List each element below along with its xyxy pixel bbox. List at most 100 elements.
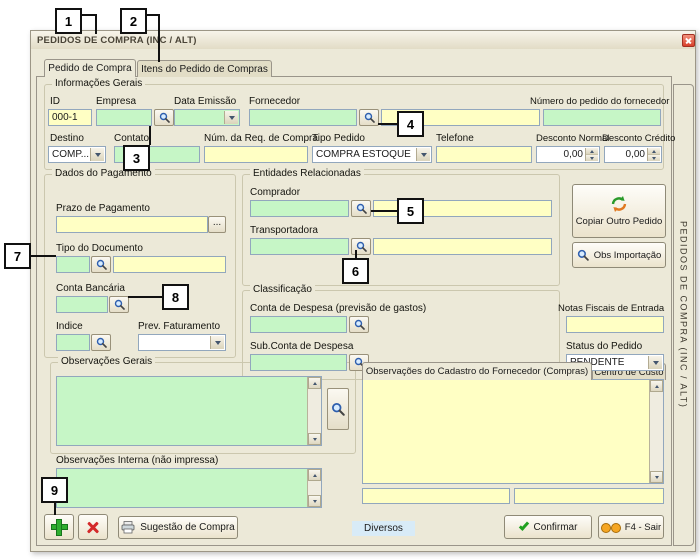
tipo-documento-search-button[interactable] (91, 256, 111, 273)
search-icon (114, 299, 125, 310)
status-pedido-label: Status do Pedido (566, 341, 642, 352)
sugestao-compra-button[interactable]: Sugestão de Compra (118, 516, 238, 539)
group-legend: Observações Gerais (58, 356, 155, 367)
comprador-search-button[interactable] (351, 200, 371, 217)
destino-select[interactable]: COMP... (48, 146, 106, 163)
prazo-pagamento-label: Prazo de Pagamento (56, 203, 150, 214)
chevron-down-icon[interactable] (648, 356, 662, 369)
scrollbar[interactable] (649, 380, 663, 483)
observacoes-interna-textarea[interactable] (56, 468, 322, 508)
fornecedor-field[interactable] (249, 109, 357, 126)
prev-faturamento-select[interactable] (138, 334, 226, 351)
tipo-documento-desc-field[interactable] (113, 256, 226, 273)
search-icon (331, 402, 345, 416)
conta-despesa-label: Conta de Despesa (previsão de gastos) (250, 303, 426, 314)
scroll-up-icon[interactable] (308, 377, 321, 389)
search-icon (577, 249, 589, 261)
cancel-button[interactable] (78, 514, 108, 540)
num-req-field[interactable] (204, 146, 308, 163)
callout-line (158, 14, 160, 62)
comprador-field[interactable] (250, 200, 349, 217)
desconto-normal-value: 0,00 (564, 149, 583, 160)
observacoes-gerais-textarea[interactable] (56, 376, 322, 446)
chevron-down-icon[interactable] (224, 111, 238, 124)
indice-search-button[interactable] (91, 334, 111, 351)
callout-line (149, 126, 151, 145)
button-label: F4 - Sair (625, 522, 661, 533)
close-icon[interactable] (682, 34, 695, 47)
screen: PEDIDOS DE COMPRA (INC / ALT) Pedido de … (0, 0, 700, 559)
tab-pedido-de-compra[interactable]: Pedido de Compra (44, 59, 136, 77)
scrollbar[interactable] (307, 377, 321, 445)
spinner-arrows[interactable] (647, 148, 660, 161)
printer-icon (121, 521, 135, 534)
fornecedor-search-button[interactable] (359, 109, 379, 126)
id-label: ID (50, 96, 60, 107)
empresa-field[interactable] (96, 109, 152, 126)
chevron-down-icon[interactable] (90, 148, 104, 161)
sub-conta-despesa-field[interactable] (250, 354, 347, 371)
chevron-down-icon[interactable] (210, 336, 224, 349)
search-icon (96, 337, 107, 348)
scroll-down-icon[interactable] (308, 495, 321, 507)
prazo-pagamento-field[interactable] (56, 216, 208, 233)
destino-label: Destino (50, 133, 84, 144)
desconto-normal-stepper[interactable]: 0,00 (536, 146, 600, 163)
obs-importacao-button[interactable]: Obs Importação (572, 242, 666, 268)
data-emissao-label: Data Emissão (174, 96, 236, 107)
sair-button[interactable]: F4 - Sair (598, 515, 664, 539)
conta-bancaria-field[interactable] (56, 296, 108, 313)
button-label: Obs Importação (594, 250, 662, 261)
tab-label: Itens do Pedido de Compras (141, 64, 268, 75)
telefone-field[interactable] (436, 146, 532, 163)
tipo-pedido-value: COMPRA ESTOQUE (316, 149, 411, 160)
num-pedido-fornecedor-field[interactable] (543, 109, 661, 126)
observacoes-gerais-search-button[interactable] (327, 388, 349, 430)
empresa-search-button[interactable] (154, 109, 174, 126)
id-field[interactable]: 000-1 (48, 109, 92, 126)
copiar-outro-pedido-button[interactable]: Copiar Outro Pedido (572, 184, 666, 238)
search-icon (354, 319, 365, 330)
callout-line (378, 123, 397, 125)
scrollbar[interactable] (307, 469, 321, 507)
transportadora-field[interactable] (250, 238, 349, 255)
scroll-up-icon[interactable] (308, 469, 321, 481)
check-icon (518, 520, 528, 531)
sub-conta-despesa-label: Sub.Conta de Despesa (250, 341, 353, 352)
transportadora-nome-field[interactable] (373, 238, 552, 255)
scroll-up-icon[interactable] (650, 380, 663, 392)
conta-bancaria-search-button[interactable] (109, 296, 129, 313)
transportadora-label: Transportadora (250, 225, 318, 236)
scroll-down-icon[interactable] (650, 471, 663, 483)
data-emissao-field[interactable] (174, 109, 240, 126)
extra-field-left[interactable] (362, 488, 510, 504)
tipo-documento-field[interactable] (56, 256, 90, 273)
prazo-ellipsis-button[interactable]: ... (208, 216, 226, 233)
observacoes-interna-label: Observações Interna (não impressa) (56, 455, 218, 466)
confirmar-button[interactable]: Confirmar (504, 515, 592, 539)
conta-despesa-search-button[interactable] (349, 316, 369, 333)
tab-obs-cadastro-fornecedor[interactable]: Observações do Cadastro do Fornecedor (C… (362, 362, 592, 380)
transportadora-search-button[interactable] (351, 238, 371, 255)
desconto-credito-stepper[interactable]: 0,00 (604, 146, 662, 163)
extra-field-right[interactable] (514, 488, 664, 504)
spinner-arrows[interactable] (585, 148, 598, 161)
scroll-down-icon[interactable] (308, 433, 321, 445)
notas-fiscais-field[interactable] (566, 316, 664, 333)
conta-despesa-field[interactable] (250, 316, 347, 333)
add-button[interactable] (44, 514, 74, 540)
destino-value: COMP... (52, 149, 89, 160)
num-req-label: Núm. da Req. de Compra (204, 133, 318, 144)
fornecedor-label: Fornecedor (249, 96, 300, 107)
side-tab-pedidos-de-compra[interactable]: PEDIDOS DE COMPRA (INC / ALT) (673, 84, 694, 546)
tipo-pedido-select[interactable]: COMPRA ESTOQUE (312, 146, 432, 163)
tab-itens-do-pedido[interactable]: Itens do Pedido de Compras (137, 60, 272, 77)
obs-cadastro-fornecedor-textarea[interactable] (362, 379, 664, 484)
callout-line (82, 14, 96, 16)
indice-field[interactable] (56, 334, 90, 351)
chevron-down-icon[interactable] (416, 148, 430, 161)
callout-4: 4 (397, 111, 424, 137)
desconto-normal-label: Desconto Normal (536, 133, 609, 144)
notas-fiscais-label: Notas Fiscais de Entrada (558, 303, 664, 314)
ellipsis-label: ... (213, 217, 221, 228)
